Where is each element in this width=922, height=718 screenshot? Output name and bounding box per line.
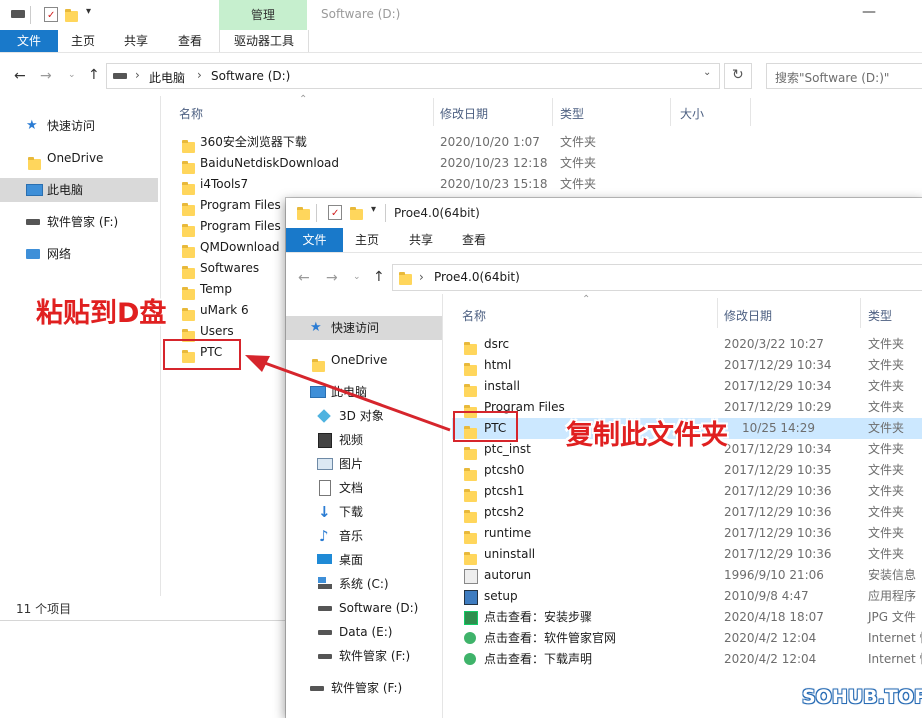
arrow-head [245, 355, 270, 372]
copy-annotation: 复制此文件夹 [566, 420, 728, 451]
watermark: SOHUB.TOP [802, 686, 922, 708]
annotation-arrow [245, 355, 451, 432]
arrow-line [261, 360, 451, 432]
paste-annotation: 粘贴到D盘 [36, 298, 167, 329]
